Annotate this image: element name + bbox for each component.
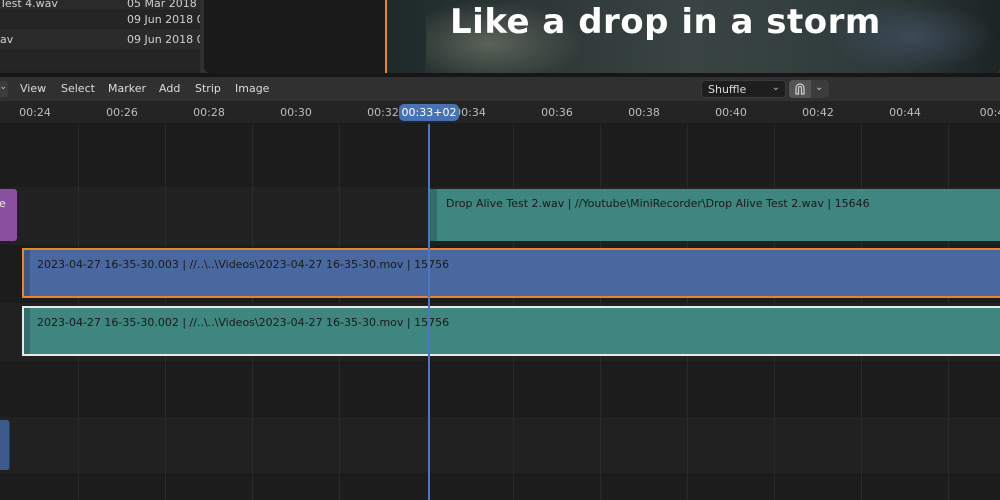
menu-select[interactable]: Select [61,77,95,101]
strip-left-handle[interactable] [430,189,437,241]
playhead-line[interactable] [428,124,430,500]
file-row[interactable] [0,49,200,69]
strip-label: Drop Alive Test 2.wav | //Youtube\MiniRe… [446,197,870,210]
overlap-mode-label: Shuffle [708,83,747,96]
sound-strip[interactable]: Drop Alive Test 2.wav | //Youtube\MiniRe… [430,189,1000,241]
strip-label: 2023-04-27 16-35-30.002 | //..\..\Videos… [37,316,450,329]
channel-row [0,473,1000,500]
sequencer-preview-area: Like a drop in a storm [200,0,1000,73]
preview-subtitle-text: Like a drop in a storm [450,2,881,42]
file-name: av [0,32,14,46]
time-ruler[interactable]: 00:24 00:26 00:28 00:30 00:32 00:34 00:3… [0,101,1000,124]
snap-toggle-button[interactable] [789,80,811,98]
ruler-tick-label: 00:24 [19,106,51,119]
chevron-down-icon: ⌄ [771,82,780,93]
strip-left-handle[interactable] [24,250,30,296]
movie-strip-selected[interactable]: 2023-04-27 16-35-30.003 | //..\..\Videos… [22,248,1000,298]
ruler-tick-label: 00:40 [715,106,747,119]
channel-row [0,361,1000,417]
file-browser-panel: Test 4.wav 05 Mar 2018 0 09 Jun 2018 0 a… [0,0,200,73]
ruler-tick-label: 00:26 [106,106,138,119]
snap-magnet-icon [795,83,805,95]
strip-left-handle[interactable] [24,308,30,354]
file-row[interactable]: av 09 Jun 2018 0 [0,29,200,49]
sequencer-header: ⌄ View Select Marker Add Strip Image Shu… [0,77,1000,101]
file-date: 09 Jun 2018 0 [127,32,200,46]
channel-row [0,124,1000,187]
strip-purple[interactable]: e [0,189,17,241]
strip-label: e [0,197,6,210]
strip-blue[interactable] [0,420,10,470]
ruler-tick-label: 00:38 [628,106,660,119]
ruler-tick-label: 00:44 [889,106,921,119]
strip-label: 2023-04-27 16-35-30.003 | //..\..\Videos… [37,258,450,271]
ruler-tick-label: 00:32 [367,106,399,119]
file-row[interactable]: 09 Jun 2018 0 [0,9,200,29]
channel-row [0,417,1000,473]
ruler-tick-label: 00:28 [193,106,225,119]
chevron-down-icon: ⌄ [815,82,824,93]
snap-options-dropdown[interactable]: ⌄ [811,80,829,98]
file-date: 09 Jun 2018 0 [127,12,200,26]
chevron-down-icon: ⌄ [0,82,7,92]
ruler-tick-label: 00:36 [541,106,573,119]
sequencer-timeline[interactable]: e Drop Alive Test 2.wav | //Youtube\Mini… [0,124,1000,500]
preview-canvas[interactable]: Like a drop in a storm [204,0,1000,73]
ruler-tick-label: 00:42 [802,106,834,119]
preview-frame-edge [385,0,387,73]
movie-strip-active[interactable]: 2023-04-27 16-35-30.002 | //..\..\Videos… [22,306,1000,356]
menu-view[interactable]: View [20,77,46,101]
ruler-tick-label: 00:30 [280,106,312,119]
editor-type-button[interactable]: ⌄ [0,81,8,97]
overlap-mode-dropdown[interactable]: Shuffle ⌄ [701,80,786,98]
menu-add[interactable]: Add [159,77,180,101]
menu-image[interactable]: Image [235,77,269,101]
ruler-tick-label: 00:4 [979,106,1000,119]
menu-marker[interactable]: Marker [108,77,146,101]
current-frame-indicator[interactable]: 00:33+02 [399,104,459,121]
menu-strip[interactable]: Strip [195,77,221,101]
